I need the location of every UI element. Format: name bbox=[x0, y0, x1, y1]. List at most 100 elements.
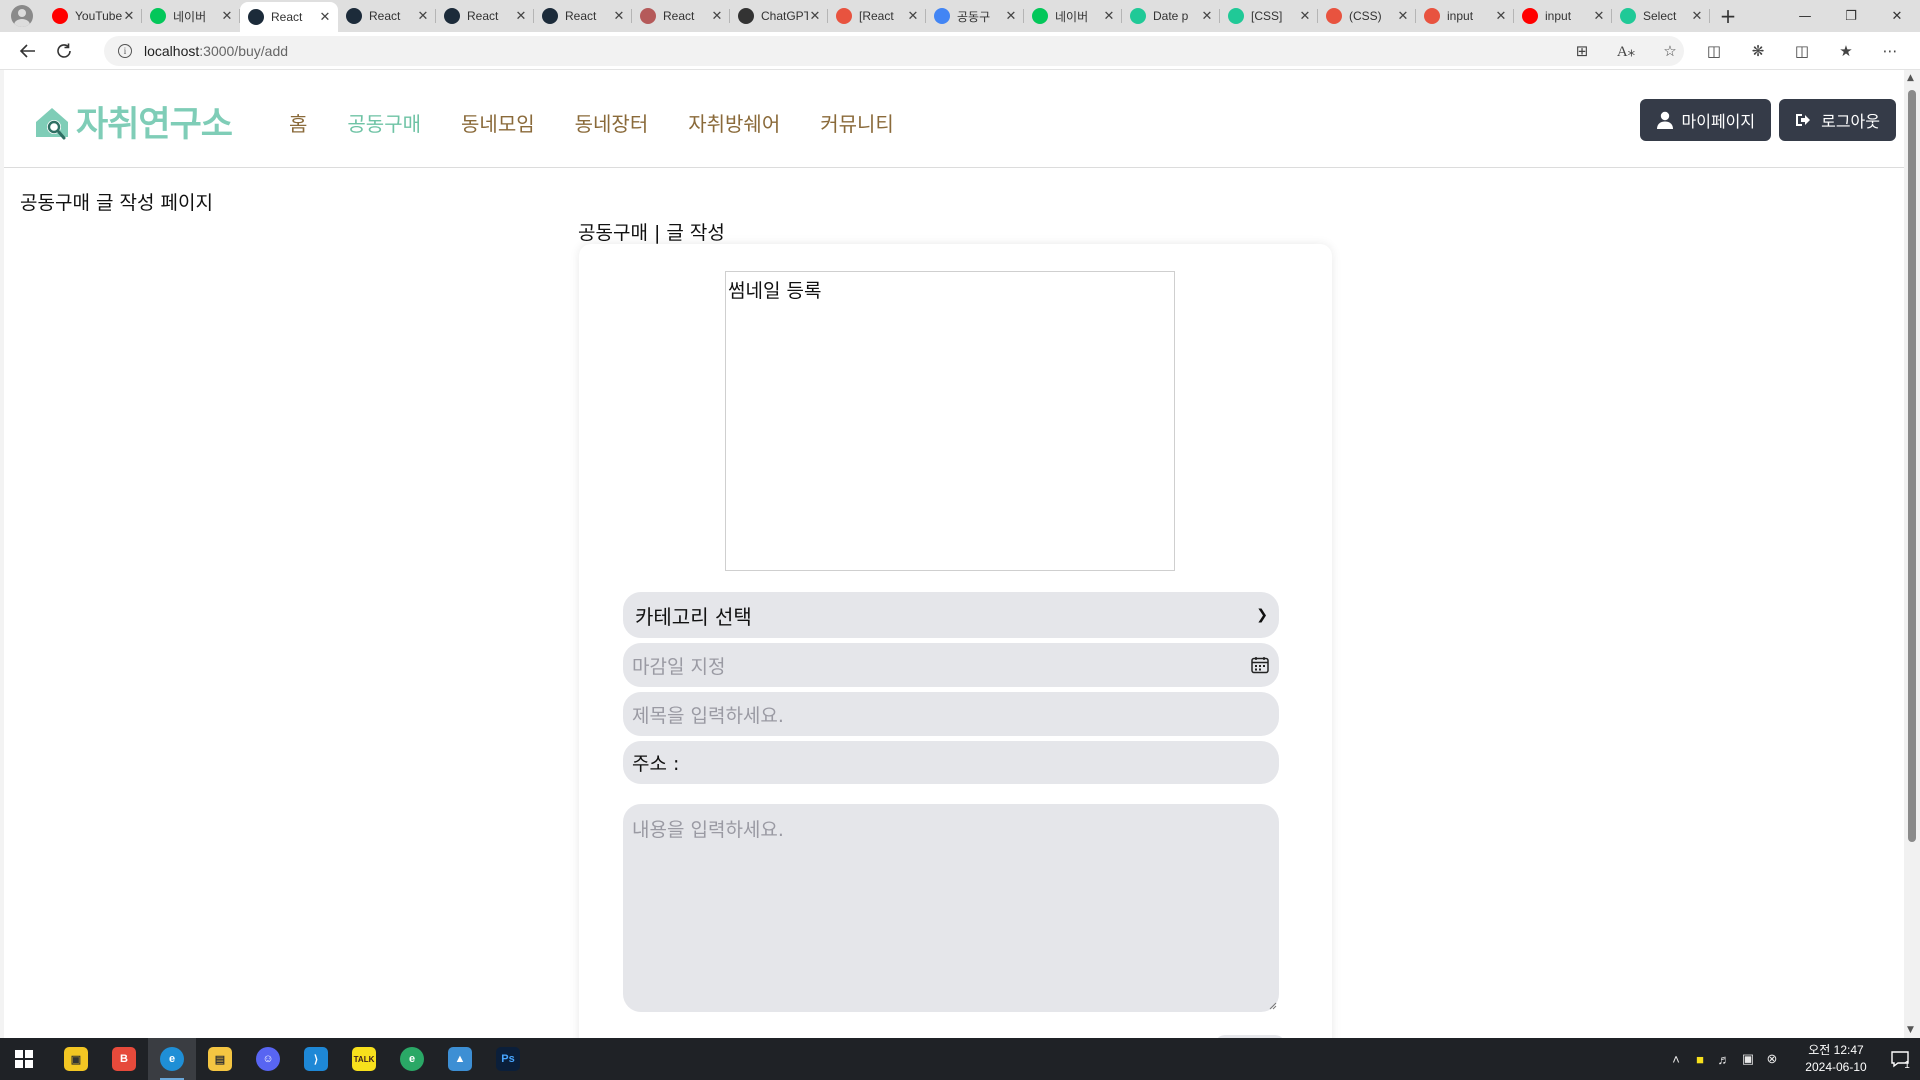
browser-tab[interactable]: [CSS] ✕ bbox=[1220, 0, 1318, 32]
kakaotalk-tray-icon[interactable]: ■ bbox=[1688, 1052, 1712, 1067]
nav-item[interactable]: 홈 bbox=[289, 108, 307, 137]
nav-item[interactable]: 동네모임 bbox=[461, 108, 535, 137]
scrollbar-thumb[interactable] bbox=[1908, 90, 1916, 842]
category-select[interactable]: 카테고리 선택 ❯ bbox=[623, 592, 1279, 638]
page-scrollbar[interactable]: ▲ ▼ bbox=[1904, 70, 1920, 1038]
url-field[interactable]: i localhost:3000/buy/add bbox=[104, 36, 1684, 66]
browser-tab[interactable]: 네이버 ✕ bbox=[1024, 0, 1122, 32]
clock-date: 2024-06-10 bbox=[1805, 1060, 1867, 1074]
logo-text: 자취연구소 bbox=[76, 105, 233, 145]
nav-item[interactable]: 공동구매 bbox=[347, 108, 421, 137]
browser-tab[interactable]: input ✕ bbox=[1416, 0, 1514, 32]
calendar-icon[interactable] bbox=[1250, 655, 1270, 675]
close-tab-icon[interactable]: ✕ bbox=[1200, 8, 1214, 24]
photos-app[interactable]: ▲ bbox=[436, 1038, 484, 1080]
edge-app[interactable]: e bbox=[388, 1038, 436, 1080]
close-tab-icon[interactable]: ✕ bbox=[1690, 8, 1704, 24]
chevron-up-icon[interactable]: ˄ bbox=[1664, 1052, 1688, 1067]
title-input[interactable]: 제목을 입력하세요. bbox=[623, 692, 1279, 736]
close-tab-icon[interactable]: ✕ bbox=[122, 8, 136, 24]
close-tab-icon[interactable]: ✕ bbox=[906, 8, 920, 24]
reload-button[interactable] bbox=[46, 36, 82, 66]
notification-center-button[interactable]: 1 bbox=[1880, 1048, 1920, 1071]
nav-item[interactable]: 동네장터 bbox=[575, 108, 649, 137]
browser-tab[interactable]: React ✕ bbox=[534, 0, 632, 32]
logout-button[interactable]: 로그아웃 bbox=[1779, 99, 1896, 141]
favorite-star-icon[interactable]: ☆ bbox=[1648, 36, 1692, 66]
sticky-notes-app[interactable]: ▣ bbox=[52, 1038, 100, 1080]
edge-app-active[interactable]: e bbox=[148, 1038, 196, 1080]
site-logo[interactable]: 자취연구소 bbox=[32, 96, 233, 147]
content-placeholder: 내용을 입력하세요. bbox=[632, 819, 784, 841]
bandizip-app[interactable]: B bbox=[100, 1038, 148, 1080]
close-tab-icon[interactable]: ✕ bbox=[416, 8, 430, 24]
minimize-icon[interactable]: — bbox=[1782, 0, 1828, 32]
thumbnail-upload[interactable]: 썸네일 등록 bbox=[725, 271, 1175, 571]
read-aloud-icon[interactable]: A⁎ bbox=[1604, 36, 1648, 66]
file-explorer-app[interactable]: ▤ bbox=[196, 1038, 244, 1080]
browser-tab[interactable]: ChatGPT ✕ bbox=[730, 0, 828, 32]
browser-tab[interactable]: [React ✕ bbox=[828, 0, 926, 32]
close-tab-icon[interactable]: ✕ bbox=[710, 8, 724, 24]
browser-tab[interactable]: 네이버 ✕ bbox=[142, 0, 240, 32]
edge-icon: e bbox=[160, 1047, 184, 1071]
split-screen-icon[interactable]: ◫ bbox=[1692, 36, 1736, 66]
logout-label: 로그아웃 bbox=[1821, 112, 1880, 131]
resize-grip-icon[interactable] bbox=[1267, 1000, 1277, 1010]
close-tab-icon[interactable]: ✕ bbox=[612, 8, 626, 24]
close-tab-icon[interactable]: ✕ bbox=[318, 9, 332, 25]
nav-item[interactable]: 커뮤니티 bbox=[820, 108, 894, 137]
close-tab-icon[interactable]: ✕ bbox=[1102, 8, 1116, 24]
sidebar-toggle-icon[interactable]: ◫ bbox=[1780, 36, 1824, 66]
close-tab-icon[interactable]: ✕ bbox=[1396, 8, 1410, 24]
chatgpt-icon bbox=[738, 8, 754, 24]
discord-app[interactable]: ☺ bbox=[244, 1038, 292, 1080]
network-icon[interactable]: ▣ bbox=[1736, 1051, 1760, 1067]
nav-item[interactable]: 자취방쉐어 bbox=[688, 108, 780, 137]
site-info-icon[interactable]: i bbox=[118, 44, 132, 58]
photoshop-icon: Ps bbox=[496, 1047, 520, 1071]
close-window-icon[interactable]: ✕ bbox=[1874, 0, 1920, 32]
start-button[interactable] bbox=[0, 1038, 48, 1080]
close-tab-icon[interactable]: ✕ bbox=[1494, 8, 1508, 24]
browser-tab[interactable]: React ✕ bbox=[240, 2, 338, 32]
browser-tab[interactable]: React ✕ bbox=[632, 0, 730, 32]
mute-indicator-icon[interactable]: ⊗ bbox=[1760, 1051, 1784, 1067]
more-menu-icon[interactable]: ⋯ bbox=[1868, 36, 1912, 66]
photoshop-app[interactable]: Ps bbox=[484, 1038, 532, 1080]
restore-icon[interactable]: ❐ bbox=[1828, 0, 1874, 32]
profile-button[interactable] bbox=[0, 0, 44, 32]
kakaotalk-app[interactable]: TALK bbox=[340, 1038, 388, 1080]
new-tab-button[interactable]: + bbox=[1710, 4, 1746, 28]
tab-strip: YouTube ✕ 네이버 ✕ React ✕ React ✕ React ✕ React ✕ Reac… bbox=[44, 0, 1710, 32]
close-tab-icon[interactable]: ✕ bbox=[1004, 8, 1018, 24]
browser-tab[interactable]: Date p ✕ bbox=[1122, 0, 1220, 32]
close-tab-icon[interactable]: ✕ bbox=[1592, 8, 1606, 24]
favorites-collection-icon[interactable]: ★ bbox=[1824, 36, 1868, 66]
scroll-down-arrow-icon[interactable]: ▼ bbox=[1907, 1025, 1914, 1035]
deadline-date-input[interactable]: 마감일 지정 bbox=[623, 643, 1279, 687]
browser-tab[interactable]: React ✕ bbox=[338, 0, 436, 32]
app-available-icon[interactable]: ⊞ bbox=[1560, 36, 1604, 66]
back-button[interactable] bbox=[10, 36, 46, 66]
naver-icon bbox=[1032, 8, 1048, 24]
close-tab-icon[interactable]: ✕ bbox=[808, 8, 822, 24]
clock[interactable]: 오전 12:47 2024-06-10 bbox=[1792, 1042, 1880, 1076]
volume-icon[interactable]: ♬ bbox=[1712, 1052, 1736, 1067]
vscode-app[interactable]: ⟩ bbox=[292, 1038, 340, 1080]
close-tab-icon[interactable]: ✕ bbox=[1298, 8, 1312, 24]
browser-tab-label: (CSS) bbox=[1349, 9, 1382, 23]
browser-tab[interactable]: YouTube ✕ bbox=[44, 0, 142, 32]
browser-tab[interactable]: (CSS) ✕ bbox=[1318, 0, 1416, 32]
extensions-icon[interactable]: ❋ bbox=[1736, 36, 1780, 66]
close-tab-icon[interactable]: ✕ bbox=[514, 8, 528, 24]
mypage-button[interactable]: 마이페이지 bbox=[1639, 99, 1772, 141]
address-field[interactable]: 주소 : bbox=[623, 741, 1279, 784]
browser-tab[interactable]: React ✕ bbox=[436, 0, 534, 32]
browser-tab[interactable]: Select ✕ bbox=[1612, 0, 1710, 32]
content-textarea[interactable]: 내용을 입력하세요. bbox=[623, 804, 1279, 1012]
close-tab-icon[interactable]: ✕ bbox=[220, 8, 234, 24]
scroll-up-arrow-icon[interactable]: ▲ bbox=[1907, 73, 1914, 83]
browser-tab[interactable]: 공동구 ✕ bbox=[926, 0, 1024, 32]
browser-tab[interactable]: input ✕ bbox=[1514, 0, 1612, 32]
